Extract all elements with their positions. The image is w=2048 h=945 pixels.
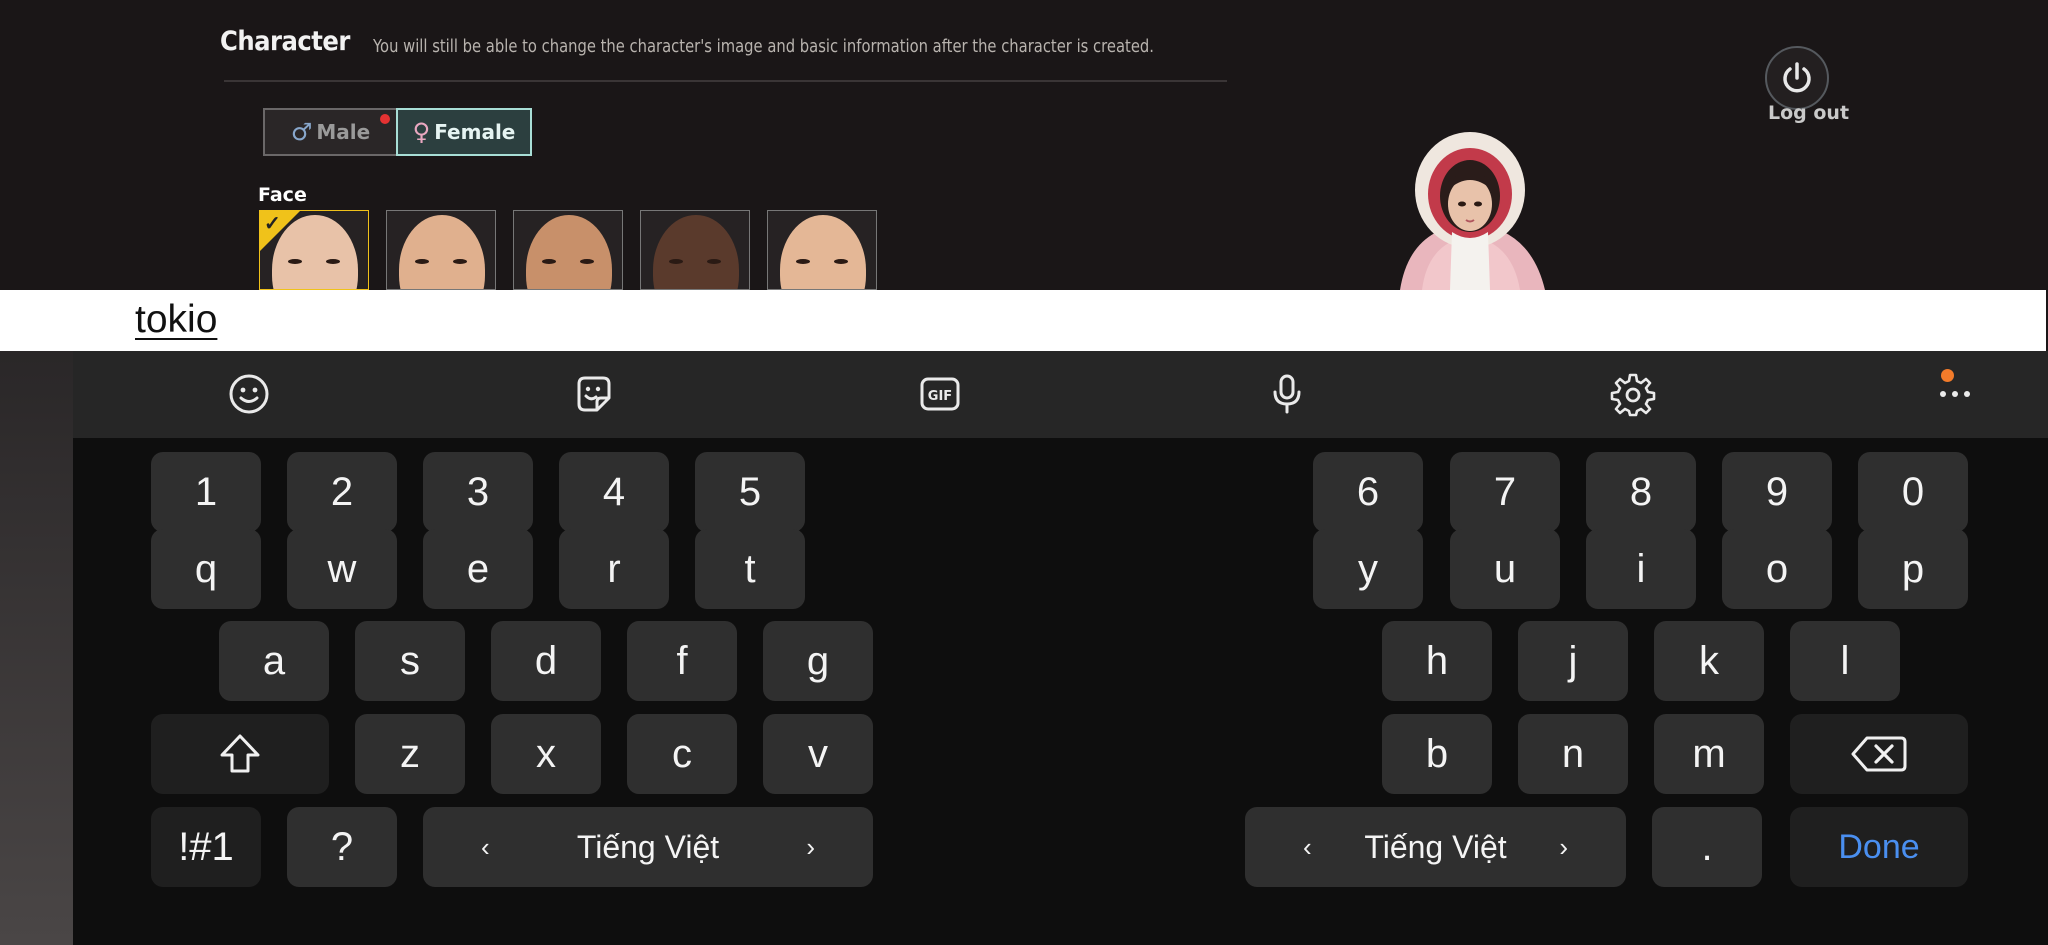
- emoji-button[interactable]: [222, 367, 276, 421]
- power-icon: [1783, 62, 1811, 93]
- face-option[interactable]: [640, 210, 750, 290]
- face-option[interactable]: [386, 210, 496, 290]
- backspace-icon: [1851, 736, 1907, 772]
- gear-icon: [1610, 373, 1656, 417]
- sticker-icon: [577, 376, 611, 412]
- female-icon: ♀: [412, 118, 431, 146]
- key-i[interactable]: i: [1586, 529, 1696, 609]
- notification-dot: [380, 114, 390, 124]
- face-option[interactable]: ✓: [259, 210, 369, 290]
- key-j[interactable]: j: [1518, 621, 1628, 701]
- text-input-bar[interactable]: tokio: [0, 290, 2048, 351]
- divider: [224, 80, 1227, 82]
- key-b[interactable]: b: [1382, 714, 1492, 794]
- key-3[interactable]: 3: [423, 452, 533, 532]
- symbols-key[interactable]: !#1: [151, 807, 261, 887]
- key-u[interactable]: u: [1450, 529, 1560, 609]
- gif-button[interactable]: GIF: [913, 367, 967, 421]
- keyboard-keys: 1 2 3 4 5 6 7 8 9 0 q w e r t y u i o p a s d f g h j k l z x c v b n m !#1?…: [73, 438, 2048, 945]
- key-h[interactable]: h: [1382, 621, 1492, 701]
- question-key[interactable]: ?: [287, 807, 397, 887]
- logout-button[interactable]: [1765, 46, 1829, 110]
- key-0[interactable]: 0: [1858, 452, 1968, 532]
- key-1[interactable]: 1: [151, 452, 261, 532]
- game-screen: Character You will still be able to chan…: [0, 0, 2048, 290]
- gif-icon-text: GIF: [928, 389, 952, 404]
- female-button[interactable]: ♀ Female: [396, 108, 532, 156]
- key-p[interactable]: p: [1858, 529, 1968, 609]
- key-z[interactable]: z: [355, 714, 465, 794]
- key-7[interactable]: 7: [1450, 452, 1560, 532]
- language-label: Tiếng Việt: [1364, 828, 1507, 865]
- key-a[interactable]: a: [219, 621, 329, 701]
- chevron-left-icon: ‹: [1303, 831, 1312, 862]
- sticker-button[interactable]: [566, 367, 620, 421]
- key-w[interactable]: w: [287, 529, 397, 609]
- face-label: Face: [258, 184, 307, 206]
- logout-label: Log out: [1768, 102, 1850, 124]
- key-s[interactable]: s: [355, 621, 465, 701]
- key-g[interactable]: g: [763, 621, 873, 701]
- voice-input-button[interactable]: [1260, 367, 1314, 421]
- key-d[interactable]: d: [491, 621, 601, 701]
- key-6[interactable]: 6: [1313, 452, 1423, 532]
- face-option[interactable]: [513, 210, 623, 290]
- key-y[interactable]: y: [1313, 529, 1423, 609]
- key-k[interactable]: k: [1654, 621, 1764, 701]
- space-bar-left[interactable]: ‹ Tiếng Việt ›: [423, 807, 873, 887]
- key-e[interactable]: e: [423, 529, 533, 609]
- more-icon: [1940, 391, 1970, 397]
- key-t[interactable]: t: [695, 529, 805, 609]
- name-input-value[interactable]: tokio: [135, 298, 217, 342]
- character-preview: [1400, 132, 1545, 290]
- key-l[interactable]: l: [1790, 621, 1900, 701]
- notification-dot: [1941, 369, 1954, 382]
- shift-icon: [220, 734, 260, 773]
- space-bar-right[interactable]: ‹ Tiếng Việt ›: [1245, 807, 1626, 887]
- microphone-icon: [1273, 374, 1301, 414]
- key-f[interactable]: f: [627, 621, 737, 701]
- key-m[interactable]: m: [1654, 714, 1764, 794]
- key-c[interactable]: c: [627, 714, 737, 794]
- key-v[interactable]: v: [763, 714, 873, 794]
- language-label: Tiếng Việt: [576, 828, 720, 865]
- key-5[interactable]: 5: [695, 452, 805, 532]
- shift-key[interactable]: [151, 714, 329, 794]
- male-icon: ♂: [290, 118, 313, 146]
- settings-button[interactable]: [1606, 367, 1660, 421]
- done-key[interactable]: Done: [1790, 807, 1968, 887]
- key-9[interactable]: 9: [1722, 452, 1832, 532]
- key-8[interactable]: 8: [1586, 452, 1696, 532]
- chevron-right-icon: ›: [806, 831, 815, 862]
- key-q[interactable]: q: [151, 529, 261, 609]
- male-label: Male: [316, 120, 371, 144]
- backspace-key[interactable]: [1790, 714, 1968, 794]
- key-x[interactable]: x: [491, 714, 601, 794]
- male-button[interactable]: ♂ Male: [263, 108, 398, 156]
- page-subtitle: You will still be able to change the cha…: [373, 36, 1154, 57]
- page-title: Character: [220, 26, 350, 57]
- checkmark-icon: ✓: [264, 213, 281, 235]
- chevron-left-icon: ‹: [481, 831, 490, 862]
- gif-icon: GIF: [920, 377, 960, 411]
- keyboard-toolbar: GIF: [73, 351, 2048, 438]
- emoji-icon: [229, 374, 269, 414]
- key-o[interactable]: o: [1722, 529, 1832, 609]
- key-2[interactable]: 2: [287, 452, 397, 532]
- keyboard-edge: [0, 351, 73, 945]
- key-r[interactable]: r: [559, 529, 669, 609]
- female-label: Female: [434, 120, 516, 144]
- key-n[interactable]: n: [1518, 714, 1628, 794]
- key-4[interactable]: 4: [559, 452, 669, 532]
- more-options-button[interactable]: [1928, 367, 1982, 421]
- face-option[interactable]: [767, 210, 877, 290]
- period-key[interactable]: .: [1652, 807, 1762, 887]
- chevron-right-icon: ›: [1559, 831, 1568, 862]
